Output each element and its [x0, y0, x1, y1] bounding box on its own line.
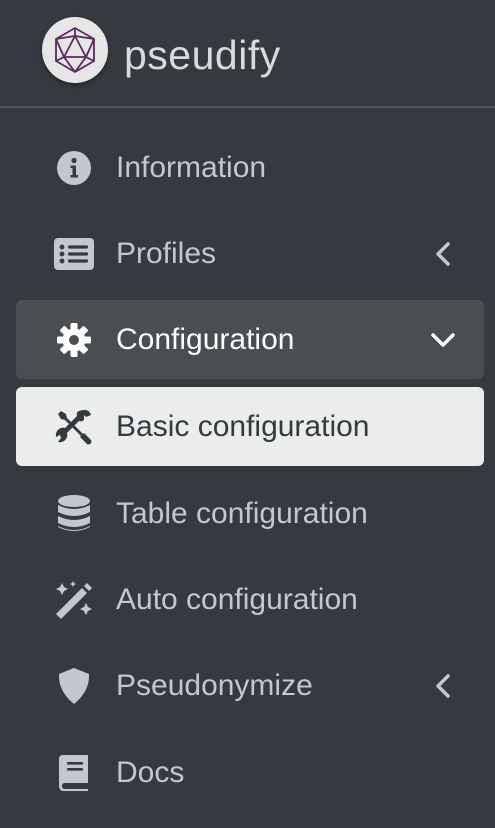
info-circle-icon	[54, 148, 94, 188]
icosahedron-logo-icon	[55, 27, 95, 73]
database-icon	[54, 494, 94, 534]
chevron-left-icon	[430, 241, 456, 267]
nav-item-table-configuration[interactable]: Table configuration	[16, 474, 484, 553]
nav-item-profiles[interactable]: Profiles	[16, 214, 484, 293]
brand-name: pseudify	[124, 32, 281, 78]
sidebar: pseudify Information Profiles Configurat…	[0, 0, 495, 828]
nav-item-label: Basic configuration	[116, 409, 370, 443]
nav-item-label: Pseudonymize	[116, 668, 313, 702]
nav-item-information[interactable]: Information	[16, 128, 484, 207]
nav-item-docs[interactable]: Docs	[16, 733, 484, 812]
nav-item-label: Table configuration	[116, 496, 368, 530]
tools-icon	[54, 407, 94, 447]
shield-icon	[54, 666, 94, 706]
list-icon	[54, 234, 94, 274]
nav-item-configuration[interactable]: Configuration	[16, 300, 484, 379]
chevron-left-icon	[430, 673, 456, 699]
book-icon	[54, 753, 94, 793]
nav-item-label: Profiles	[116, 236, 217, 270]
nav-item-auto-configuration[interactable]: Auto configuration	[16, 560, 484, 639]
gear-icon	[54, 320, 94, 360]
chevron-down-icon	[430, 327, 456, 353]
brand-logo	[42, 17, 108, 83]
nav-item-label: Auto configuration	[116, 582, 358, 616]
magic-wand-icon	[54, 580, 94, 620]
brand-link[interactable]: pseudify	[0, 0, 495, 108]
nav-item-pseudonymize[interactable]: Pseudonymize	[16, 646, 484, 725]
nav-item-label: Configuration	[116, 322, 295, 356]
nav-item-label: Docs	[116, 755, 185, 789]
nav-item-basic-configuration[interactable]: Basic configuration	[16, 387, 484, 466]
nav-item-label: Information	[116, 150, 267, 184]
